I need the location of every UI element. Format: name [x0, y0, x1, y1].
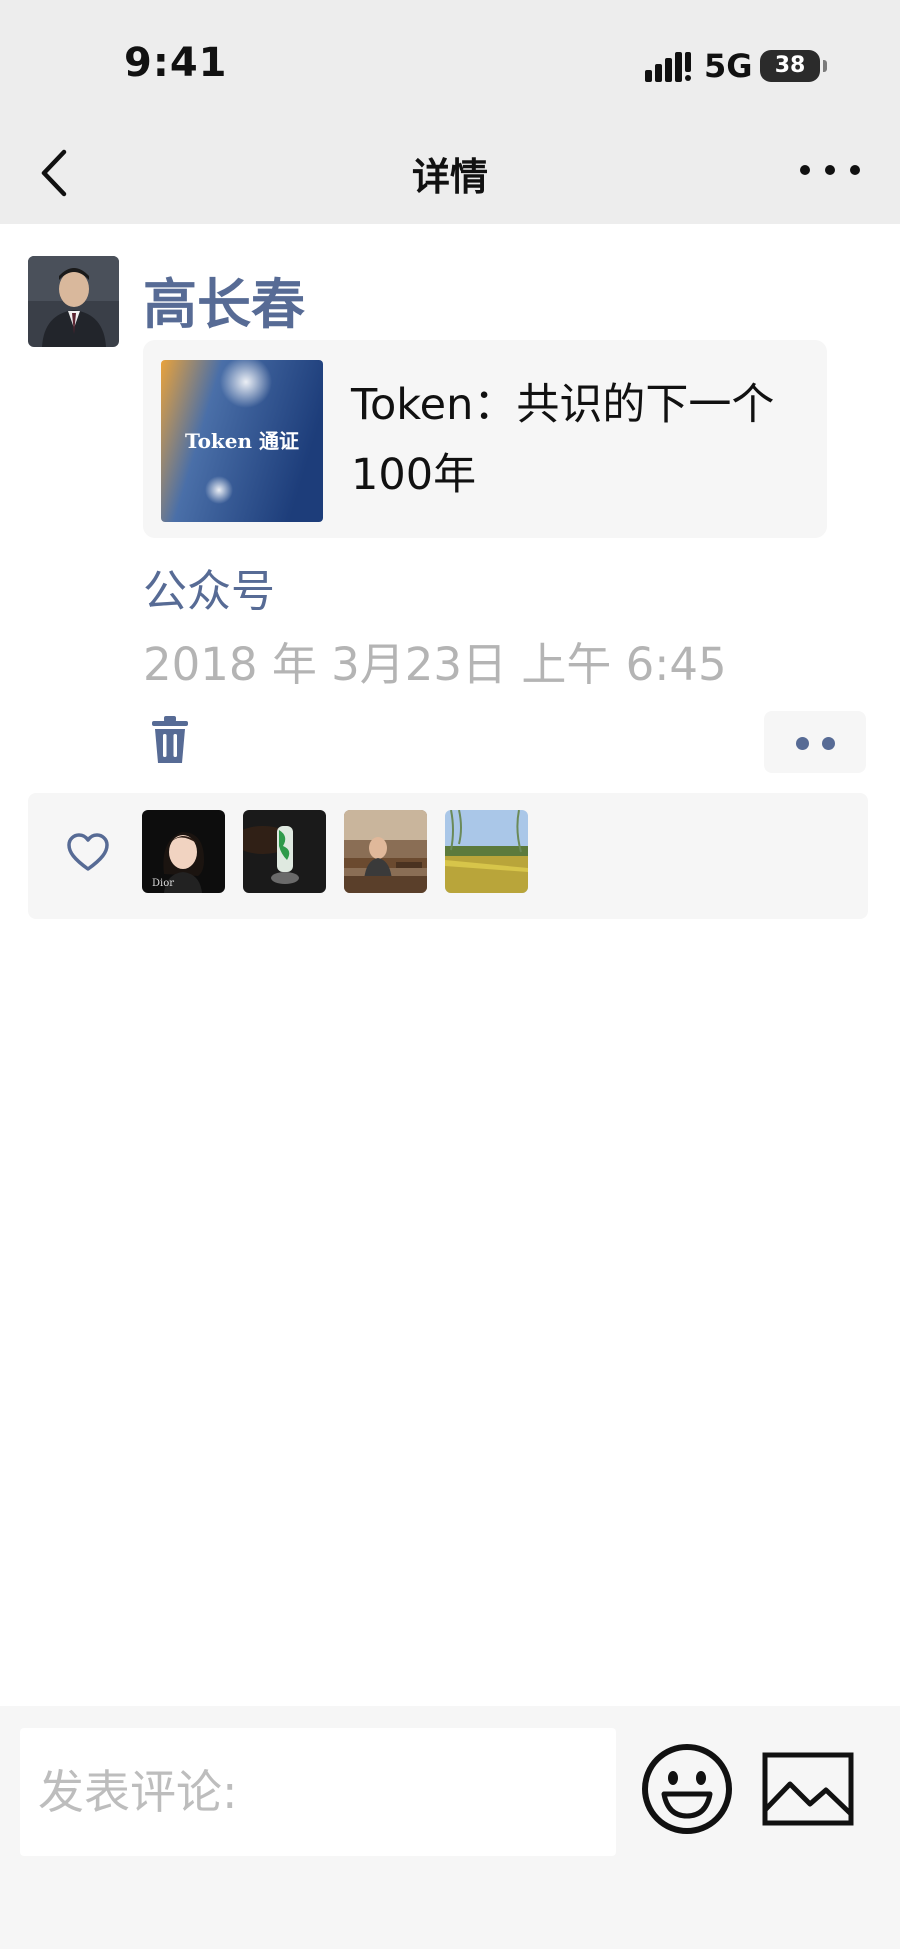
likes-panel: Dior — [28, 793, 868, 919]
post-source[interactable]: 公众号 — [143, 555, 275, 619]
liker-avatar-caption: Dior — [152, 878, 174, 889]
thumbnail-text: Token 通证 — [185, 429, 299, 453]
liker-avatar[interactable]: Dior — [142, 810, 225, 893]
page-title: 详情 — [411, 155, 488, 199]
trash-icon[interactable] — [150, 715, 190, 765]
status-bar: 9:41 5G 38 — [0, 0, 900, 118]
more-dot — [850, 165, 860, 175]
smiley-icon[interactable] — [640, 1742, 734, 1836]
comment-like-menu-button[interactable] — [764, 711, 866, 773]
liker-avatar[interactable] — [445, 810, 528, 893]
image-icon[interactable] — [762, 1752, 854, 1826]
heart-icon — [67, 833, 109, 871]
menu-dot — [822, 737, 835, 750]
menu-dot — [796, 737, 809, 750]
post-timestamp: 2018 年 3月23日 上午 6:45 — [143, 638, 727, 691]
avatar[interactable] — [28, 256, 119, 347]
avatar-image — [28, 256, 119, 347]
comment-bar — [0, 1706, 900, 1949]
article-thumbnail: Token 通证 — [161, 360, 323, 522]
liker-avatar[interactable] — [243, 810, 326, 893]
more-button[interactable] — [800, 160, 860, 180]
article-title: Token：共识的下一个100年 — [351, 380, 775, 500]
signal-icon — [645, 52, 691, 82]
more-dot — [825, 165, 835, 175]
author-name[interactable]: 高长春 — [143, 260, 305, 339]
more-dot — [800, 165, 810, 175]
network-label: 5G — [704, 47, 753, 85]
battery-icon: 38 — [760, 50, 827, 82]
status-time: 9:41 — [124, 40, 228, 86]
nav-bar: 详情 — [0, 118, 900, 224]
comment-input[interactable] — [20, 1728, 616, 1856]
liker-avatar[interactable] — [344, 810, 427, 893]
battery-level: 38 — [774, 53, 806, 78]
shared-article-card[interactable]: Token 通证 Token：共识的下一个100年 — [143, 340, 827, 538]
